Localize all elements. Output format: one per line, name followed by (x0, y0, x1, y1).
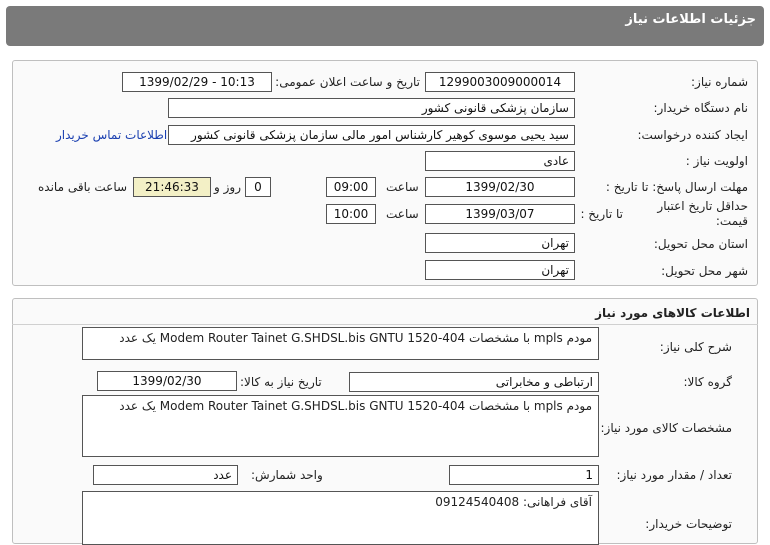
validity-until-date-label: تا تاریخ : (580, 207, 623, 221)
need-date-label: تاریخ نیاز به کالا: (240, 375, 322, 389)
price-validity-label-2: قیمت: (715, 214, 748, 228)
province-field: تهران (425, 233, 575, 253)
creator-field: سید یحیی موسوی کوهیر کارشناس امور مالی س… (168, 125, 575, 145)
province-label: استان محل تحویل: (653, 237, 748, 251)
reply-time-label: ساعت (386, 180, 419, 194)
buyer-contact-link[interactable]: اطلاعات تماس خریدار (56, 128, 167, 142)
announce-datetime-field: 1399/02/29 - 10:13 (122, 72, 272, 92)
reply-date-field: 1399/02/30 (425, 177, 575, 197)
general-desc-field: مودم mpls با مشخصات Modem Router Tainet … (82, 327, 599, 360)
general-desc-label: شرح کلی نیاز: (659, 340, 732, 354)
priority-field: عادی (425, 151, 575, 171)
buyer-org-field: سازمان پزشکی قانونی کشور (168, 98, 575, 118)
need-number-field: 1299003009000014 (425, 72, 575, 92)
remaining-time-label: ساعت باقی مانده (38, 180, 128, 194)
quantity-field: 1 (449, 465, 599, 485)
unit-label: واحد شمارش: (251, 468, 323, 482)
specs-label: مشخصات کالای مورد نیاز: (600, 421, 732, 435)
city-label: شهر محل تحویل: (661, 264, 748, 278)
section-divider (12, 324, 758, 325)
need-info-panel (12, 60, 758, 286)
need-number-label: شماره نیاز: (691, 75, 748, 89)
validity-time-field: 10:00 (326, 204, 376, 224)
reply-time-field: 09:00 (326, 177, 376, 197)
goods-group-label: گروه کالا: (683, 375, 733, 389)
buyer-notes-label: توضیحات خریدار: (645, 517, 732, 531)
priority-label: اولویت نیاز : (685, 154, 748, 168)
validity-date-field: 1399/03/07 (425, 204, 575, 224)
price-validity-label: حداقل تاریخ اعتبار (657, 199, 748, 213)
page-title: جزئیات اطلاعات نیاز (625, 12, 756, 27)
quantity-label: تعداد / مقدار مورد نیاز: (616, 468, 732, 482)
creator-label: ایجاد کننده درخواست: (637, 128, 748, 142)
days-remaining-field: 0 (245, 177, 271, 197)
need-date-field: 1399/02/30 (97, 371, 237, 391)
unit-field: عدد (93, 465, 238, 485)
goods-group-field: ارتباطی و مخابراتی (349, 372, 599, 392)
announce-datetime-label: تاریخ و ساعت اعلان عمومی: (275, 75, 420, 89)
buyer-org-label: نام دستگاه خریدار: (653, 101, 749, 115)
specs-field: مودم mpls با مشخصات Modem Router Tainet … (82, 395, 599, 457)
remaining-time-field: 21:46:33 (133, 177, 211, 197)
reply-deadline-label: مهلت ارسال پاسخ: تا تاریخ : (605, 180, 748, 194)
validity-time-label: ساعت (386, 207, 419, 221)
goods-section-title: اطلاعات کالاهای مورد نیاز (595, 306, 750, 320)
buyer-notes-field: آقای فراهانی: 09124540408 (82, 491, 599, 545)
days-label: روز و (214, 180, 241, 194)
city-field: تهران (425, 260, 575, 280)
